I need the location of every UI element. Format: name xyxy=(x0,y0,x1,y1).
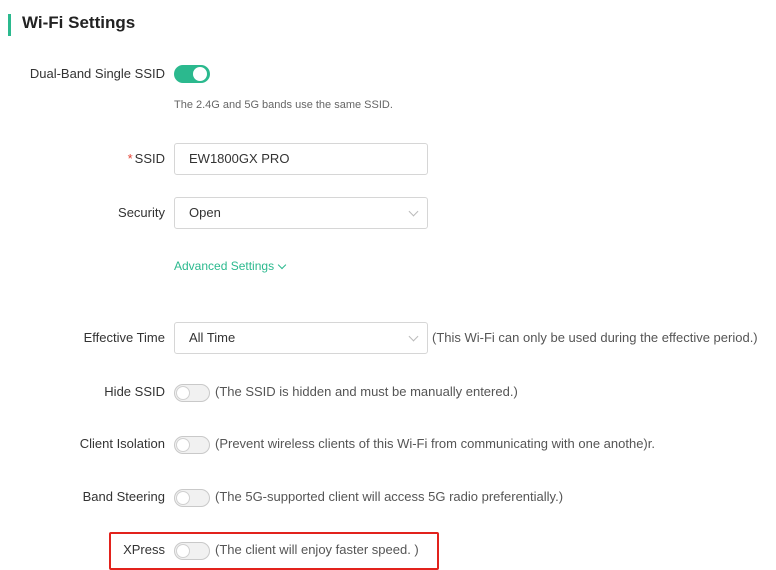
band-steering-label: Band Steering xyxy=(82,489,165,504)
dual-band-hint: The 2.4G and 5G bands use the same SSID. xyxy=(174,99,393,111)
dual-band-label: Dual-Band Single SSID xyxy=(29,66,165,81)
chevron-down-icon xyxy=(277,260,287,270)
xpress-toggle[interactable] xyxy=(174,542,210,560)
security-select[interactable]: Open xyxy=(174,197,428,229)
hide-ssid-toggle[interactable] xyxy=(174,384,210,402)
band-steering-toggle[interactable] xyxy=(174,489,210,507)
client-isolation-desc: (Prevent wireless clients of this Wi-Fi … xyxy=(215,436,655,451)
chevron-down-icon xyxy=(408,331,419,342)
effective-time-desc: (This Wi-Fi can only be used during the … xyxy=(432,330,758,345)
toggle-knob xyxy=(176,438,190,452)
band-steering-desc: (The 5G-supported client will access 5G … xyxy=(215,489,564,504)
ssid-label-text: SSID xyxy=(134,151,165,166)
required-mark: * xyxy=(127,151,133,166)
advanced-settings-link[interactable]: Advanced Settings xyxy=(174,259,287,273)
ssid-label: * SSID xyxy=(10,151,165,166)
chevron-down-icon xyxy=(408,206,419,217)
effective-time-select[interactable]: All Time xyxy=(174,322,428,354)
toggle-knob xyxy=(176,544,190,558)
toggle-knob xyxy=(193,67,207,81)
hide-ssid-desc: (The SSID is hidden and must be manually… xyxy=(215,384,518,399)
security-label: Security xyxy=(118,205,165,220)
ssid-input[interactable]: EW1800GX PRO xyxy=(174,143,428,175)
toggle-knob xyxy=(176,491,190,505)
effective-time-value: All Time xyxy=(189,330,236,345)
client-isolation-toggle[interactable] xyxy=(174,436,210,454)
security-value: Open xyxy=(189,205,221,220)
toggle-knob xyxy=(176,386,190,400)
client-isolation-label: Client Isolation xyxy=(79,436,165,451)
title-accent-bar xyxy=(8,14,11,36)
dual-band-toggle[interactable] xyxy=(174,65,210,83)
xpress-desc: (The client will enjoy faster speed. ) xyxy=(215,542,419,557)
advanced-settings-label: Advanced Settings xyxy=(174,259,275,273)
page-title: Wi-Fi Settings xyxy=(22,13,136,32)
hide-ssid-label: Hide SSID xyxy=(104,384,165,399)
xpress-label: XPress xyxy=(123,542,165,557)
effective-time-label: Effective Time xyxy=(83,330,165,345)
